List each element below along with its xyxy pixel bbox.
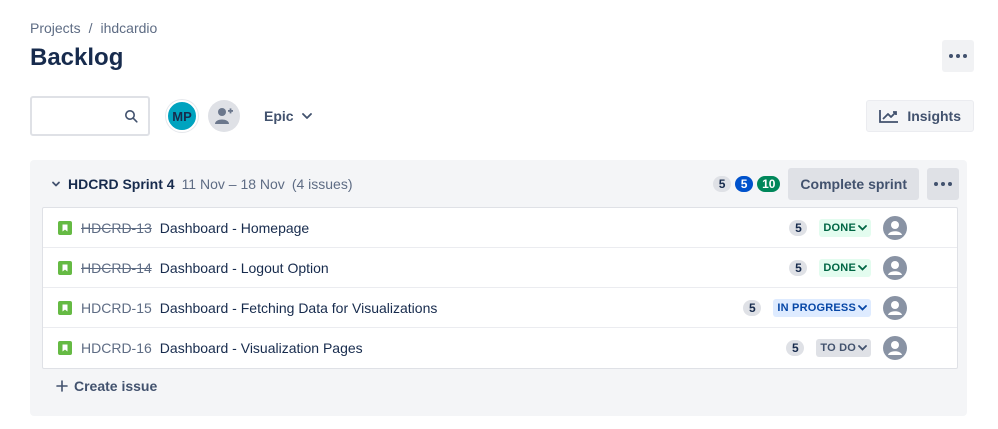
issue-key[interactable]: HDCRD-16 bbox=[81, 340, 152, 356]
more-icon bbox=[949, 54, 967, 58]
assignee-avatar[interactable] bbox=[883, 336, 907, 360]
sprint-container: HDCRD Sprint 4 11 Nov – 18 Nov (4 issues… bbox=[30, 160, 967, 416]
issue-summary: Dashboard - Fetching Data for Visualizat… bbox=[159, 299, 438, 316]
chevron-down-icon bbox=[858, 345, 867, 351]
points-todo-badge: 5 bbox=[713, 176, 732, 192]
estimate-badge[interactable]: 5 bbox=[789, 260, 808, 276]
chevron-down-icon bbox=[858, 305, 867, 311]
assignee-avatar[interactable] bbox=[883, 256, 907, 280]
story-icon bbox=[58, 341, 72, 355]
insights-button[interactable]: Insights bbox=[866, 100, 974, 132]
add-people-button[interactable] bbox=[208, 100, 240, 132]
user-avatar-icon bbox=[883, 296, 907, 320]
story-icon bbox=[58, 300, 72, 315]
avatar[interactable]: MP bbox=[166, 100, 198, 132]
chevron-down-icon bbox=[858, 225, 867, 231]
status-dropdown[interactable]: DONE bbox=[819, 219, 871, 237]
table-row[interactable]: HDCRD-14 Dashboard - Logout Option 5 DON… bbox=[43, 248, 957, 288]
issue-list: HDCRD-13 Dashboard - Homepage 5 DONE HDC… bbox=[42, 207, 958, 369]
more-icon bbox=[934, 182, 952, 186]
assignee-avatar[interactable] bbox=[883, 216, 907, 240]
chevron-down-icon bbox=[301, 113, 312, 119]
issue-meta: 5 IN PROGRESS bbox=[743, 288, 871, 328]
epic-filter-dropdown[interactable]: Epic bbox=[264, 108, 312, 124]
sprint-header[interactable]: HDCRD Sprint 4 11 Nov – 18 Nov (4 issues… bbox=[30, 160, 967, 208]
story-icon bbox=[58, 260, 72, 275]
points-done-badge: 10 bbox=[757, 176, 781, 192]
sprint-actions: 5 5 10 Complete sprint bbox=[713, 168, 959, 200]
status-label: DONE bbox=[823, 222, 856, 234]
user-avatar-icon bbox=[883, 216, 907, 240]
status-label: IN PROGRESS bbox=[777, 302, 856, 314]
add-people-icon bbox=[215, 108, 233, 124]
issue-key[interactable]: HDCRD-14 bbox=[81, 260, 152, 276]
breadcrumb-projects[interactable]: Projects bbox=[30, 20, 81, 36]
issue-key[interactable]: HDCRD-15 bbox=[81, 300, 152, 316]
sprint-issue-count: (4 issues) bbox=[291, 176, 353, 192]
breadcrumb-separator: / bbox=[88, 20, 93, 36]
status-dropdown[interactable]: IN PROGRESS bbox=[773, 299, 871, 317]
insights-chart-icon bbox=[879, 110, 899, 123]
story-icon bbox=[58, 220, 72, 235]
table-row[interactable]: HDCRD-16 Dashboard - Visualization Pages… bbox=[43, 328, 957, 368]
status-dropdown[interactable]: DONE bbox=[819, 259, 871, 277]
assignee-avatar[interactable] bbox=[883, 296, 907, 320]
create-issue-button[interactable]: Create issue bbox=[56, 378, 157, 394]
user-avatar-icon bbox=[883, 336, 907, 360]
sprint-dates: 11 Nov – 18 Nov bbox=[181, 176, 285, 192]
backlog-toolbar: MP Epic Insights bbox=[30, 96, 974, 136]
status-dropdown[interactable]: TO DO bbox=[816, 339, 871, 357]
points-in-progress-badge: 5 bbox=[735, 176, 754, 192]
breadcrumb-project[interactable]: ihdcardio bbox=[100, 20, 157, 36]
sprint-name: HDCRD Sprint 4 bbox=[68, 176, 175, 192]
search-input[interactable] bbox=[32, 98, 122, 134]
insights-label: Insights bbox=[907, 108, 961, 124]
user-avatar-icon bbox=[883, 256, 907, 280]
issue-meta: 5 DONE bbox=[789, 248, 871, 288]
status-label: DONE bbox=[823, 262, 856, 274]
estimate-badge[interactable]: 5 bbox=[789, 220, 808, 236]
table-row[interactable]: HDCRD-15 Dashboard - Fetching Data for V… bbox=[43, 288, 957, 328]
sprint-more-button[interactable] bbox=[927, 168, 959, 200]
status-label: TO DO bbox=[820, 342, 856, 354]
search-icon bbox=[125, 110, 138, 123]
plus-icon bbox=[56, 380, 68, 392]
complete-sprint-button[interactable]: Complete sprint bbox=[788, 168, 919, 200]
issue-key[interactable]: HDCRD-13 bbox=[81, 220, 152, 236]
table-row[interactable]: HDCRD-13 Dashboard - Homepage 5 DONE bbox=[43, 208, 957, 248]
estimate-badge[interactable]: 5 bbox=[786, 340, 805, 356]
issue-meta: 5 DONE bbox=[789, 208, 871, 248]
chevron-down-icon bbox=[858, 265, 867, 271]
issue-summary: Dashboard - Homepage bbox=[159, 219, 310, 236]
chevron-down-icon[interactable] bbox=[50, 178, 62, 190]
epic-filter-label: Epic bbox=[264, 108, 294, 124]
issue-summary: Dashboard - Visualization Pages bbox=[159, 340, 363, 356]
issue-meta: 5 TO DO bbox=[786, 328, 871, 368]
search-box[interactable] bbox=[30, 96, 150, 136]
issue-summary: Dashboard - Logout Option bbox=[159, 259, 329, 276]
create-issue-label: Create issue bbox=[74, 378, 158, 394]
estimate-badge[interactable]: 5 bbox=[743, 300, 762, 316]
page-title: Backlog bbox=[30, 44, 124, 71]
breadcrumb: Projects / ihdcardio bbox=[30, 20, 157, 36]
page-more-button[interactable] bbox=[942, 40, 974, 72]
